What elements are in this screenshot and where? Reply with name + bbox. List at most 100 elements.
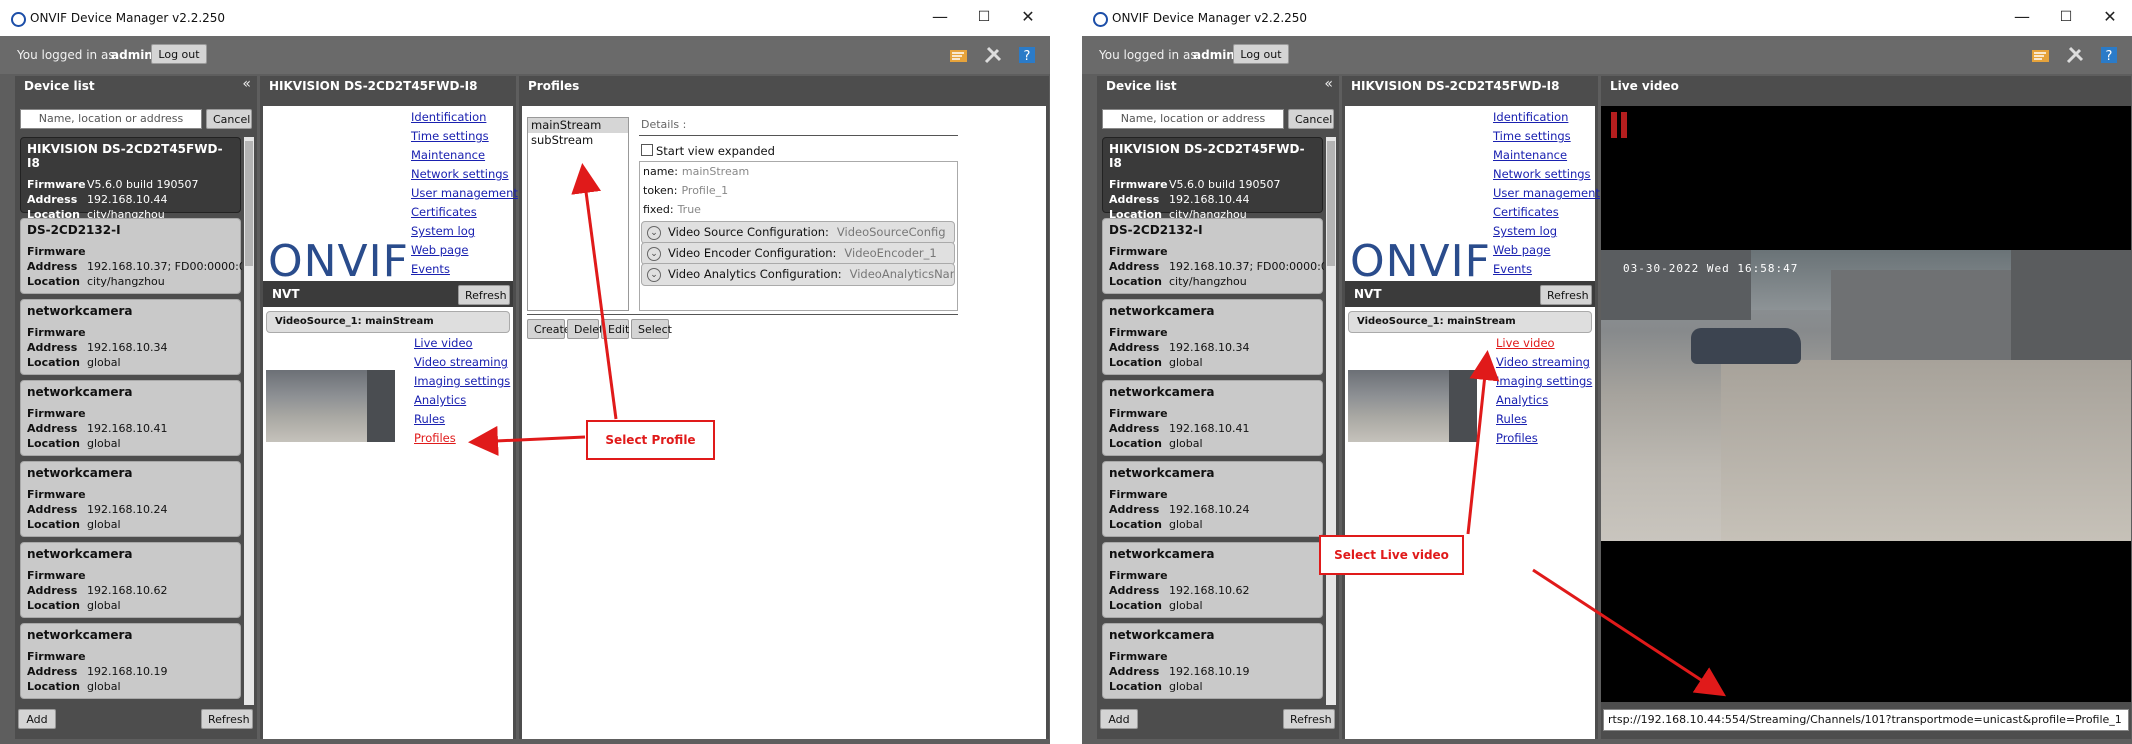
- search-cancel-button[interactable]: Cancel: [1288, 109, 1334, 129]
- media-link-video-streaming[interactable]: Video streaming: [1496, 353, 1592, 372]
- expand-icon[interactable]: ⌄: [647, 268, 661, 282]
- search-input[interactable]: Name, location or address: [20, 109, 202, 129]
- video-thumbnail[interactable]: [1348, 370, 1477, 442]
- device-link-user-management[interactable]: User management: [1493, 184, 1600, 203]
- expand-icon[interactable]: ⌄: [647, 247, 661, 261]
- device-link-certificates[interactable]: Certificates: [411, 203, 518, 222]
- device-item[interactable]: networkcamera Firmware Address 192.168.10.6…: [1102, 542, 1323, 618]
- device-location-value: global: [1169, 518, 1203, 531]
- notes-icon[interactable]: [948, 44, 970, 66]
- device-item[interactable]: networkcamera Firmware Address 192.168.10.1…: [20, 623, 241, 699]
- device-location-value: global: [1169, 599, 1203, 612]
- nvt-refresh-button[interactable]: Refresh: [1540, 285, 1592, 305]
- pause-icon[interactable]: [1621, 112, 1627, 138]
- media-link-live-video[interactable]: Live video: [414, 334, 510, 353]
- device-item[interactable]: HIKVISION DS-2CD2T45FWD-I8 FirmwareV5.6.0…: [20, 137, 241, 221]
- nvt-refresh-button[interactable]: Refresh: [458, 285, 510, 305]
- config-row[interactable]: ⌄ Video Encoder Configuration: VideoEncode…: [641, 242, 955, 265]
- device-name: networkcamera: [27, 547, 133, 561]
- device-link-identification[interactable]: Identification: [411, 108, 518, 127]
- device-link-events[interactable]: Events: [411, 260, 518, 279]
- device-link-network-settings[interactable]: Network settings: [1493, 165, 1600, 184]
- media-link-rules[interactable]: Rules: [1496, 410, 1592, 429]
- media-link-analytics[interactable]: Analytics: [414, 391, 510, 410]
- notes-icon[interactable]: [2030, 44, 2052, 66]
- device-list-scrollbar[interactable]: [1326, 137, 1336, 705]
- device-link-web-page[interactable]: Web page: [1493, 241, 1600, 260]
- profile-select-button[interactable]: Select: [631, 319, 672, 339]
- device-list-scrollbar[interactable]: [244, 137, 254, 705]
- minimize-button[interactable]: —: [2000, 4, 2044, 30]
- device-item[interactable]: networkcamera Firmware Address 192.168.10.4…: [1102, 380, 1323, 456]
- refresh-devices-button[interactable]: Refresh: [1283, 709, 1335, 729]
- profile-edit-button[interactable]: Edit: [601, 319, 629, 339]
- device-item[interactable]: HIKVISION DS-2CD2T45FWD-I8 FirmwareV5.6.0…: [1102, 137, 1323, 221]
- tools-icon[interactable]: [982, 44, 1004, 66]
- device-link-network-settings[interactable]: Network settings: [411, 165, 518, 184]
- device-item[interactable]: networkcamera Firmware Address 192.168.10.3…: [1102, 299, 1323, 375]
- device-item[interactable]: networkcamera Firmware Address 192.168.10.2…: [1102, 461, 1323, 537]
- config-row[interactable]: ⌄ Video Analytics Configuration: VideoAnal…: [641, 263, 955, 286]
- device-link-identification[interactable]: Identification: [1493, 108, 1600, 127]
- pause-icon[interactable]: [1611, 112, 1617, 138]
- search-input[interactable]: Name, location or address: [1102, 109, 1284, 129]
- live-video-view[interactable]: 03-30-2022 Wed 16:58:47: [1601, 106, 2131, 702]
- device-link-system-log[interactable]: System log: [411, 222, 518, 241]
- device-link-time-settings[interactable]: Time settings: [1493, 127, 1600, 146]
- help-icon[interactable]: ?: [2098, 44, 2120, 66]
- add-device-button[interactable]: Add: [18, 709, 56, 729]
- minimize-button[interactable]: —: [918, 4, 962, 30]
- profile-create-button[interactable]: Create: [527, 319, 571, 339]
- add-device-button[interactable]: Add: [1100, 709, 1138, 729]
- logout-button[interactable]: Log out: [1233, 44, 1289, 64]
- refresh-devices-button[interactable]: Refresh: [201, 709, 253, 729]
- tools-icon[interactable]: [2064, 44, 2086, 66]
- logout-button[interactable]: Log out: [151, 44, 207, 64]
- profile-delete-button[interactable]: Delete: [567, 319, 610, 339]
- device-link-certificates[interactable]: Certificates: [1493, 203, 1600, 222]
- device-item[interactable]: DS-2CD2132-I Firmware Address 192.168.10.37…: [1102, 218, 1324, 294]
- device-item[interactable]: DS-2CD2132-I Firmware Address 192.168.10.37…: [20, 218, 242, 294]
- device-item[interactable]: networkcamera Firmware Address 192.168.10.3…: [20, 299, 241, 375]
- media-link-live-video[interactable]: Live video: [1496, 334, 1592, 353]
- maximize-button[interactable]: ☐: [2044, 4, 2088, 30]
- device-link-events[interactable]: Events: [1493, 260, 1600, 279]
- details-label: Details :: [641, 118, 687, 131]
- device-link-maintenance[interactable]: Maintenance: [1493, 146, 1600, 165]
- start-expanded-option[interactable]: Start view expanded: [641, 144, 775, 158]
- video-source-item[interactable]: VideoSource_1: mainStream: [266, 311, 510, 333]
- maximize-button[interactable]: ☐: [962, 4, 1006, 30]
- device-link-system-log[interactable]: System log: [1493, 222, 1600, 241]
- device-address-label: Address: [1109, 193, 1160, 206]
- media-link-imaging-settings[interactable]: Imaging settings: [1496, 372, 1592, 391]
- collapse-icon[interactable]: «: [242, 76, 251, 92]
- close-button[interactable]: ✕: [2088, 4, 2132, 30]
- start-expanded-checkbox[interactable]: [641, 144, 653, 156]
- collapse-icon[interactable]: «: [1324, 76, 1333, 92]
- media-link-profiles[interactable]: Profiles: [414, 429, 510, 448]
- device-item[interactable]: networkcamera Firmware Address 192.168.10.2…: [20, 461, 241, 537]
- device-item[interactable]: networkcamera Firmware Address 192.168.10.4…: [20, 380, 241, 456]
- device-item[interactable]: networkcamera Firmware Address 192.168.10.1…: [1102, 623, 1323, 699]
- device-link-web-page[interactable]: Web page: [411, 241, 518, 260]
- media-link-profiles[interactable]: Profiles: [1496, 429, 1592, 448]
- device-address-label: Address: [1109, 584, 1160, 597]
- close-button[interactable]: ✕: [1006, 4, 1050, 30]
- device-link-user-management[interactable]: User management: [411, 184, 518, 203]
- device-item[interactable]: networkcamera Firmware Address 192.168.10.6…: [20, 542, 241, 618]
- profile-item[interactable]: subStream: [528, 133, 628, 148]
- help-icon[interactable]: ?: [1016, 44, 1038, 66]
- media-link-analytics[interactable]: Analytics: [1496, 391, 1592, 410]
- media-link-video-streaming[interactable]: Video streaming: [414, 353, 510, 372]
- expand-icon[interactable]: ⌄: [647, 226, 661, 240]
- profile-item[interactable]: mainStream: [528, 118, 628, 133]
- search-cancel-button[interactable]: Cancel: [206, 109, 252, 129]
- media-link-imaging-settings[interactable]: Imaging settings: [414, 372, 510, 391]
- device-link-maintenance[interactable]: Maintenance: [411, 146, 518, 165]
- device-link-time-settings[interactable]: Time settings: [411, 127, 518, 146]
- stream-url-field[interactable]: rtsp://192.168.10.44:554/Streaming/Chann…: [1603, 709, 2129, 731]
- video-source-item[interactable]: VideoSource_1: mainStream: [1348, 311, 1592, 333]
- config-row[interactable]: ⌄ Video Source Configuration: VideoSourceC…: [641, 221, 955, 244]
- media-link-rules[interactable]: Rules: [414, 410, 510, 429]
- video-thumbnail[interactable]: [266, 370, 395, 442]
